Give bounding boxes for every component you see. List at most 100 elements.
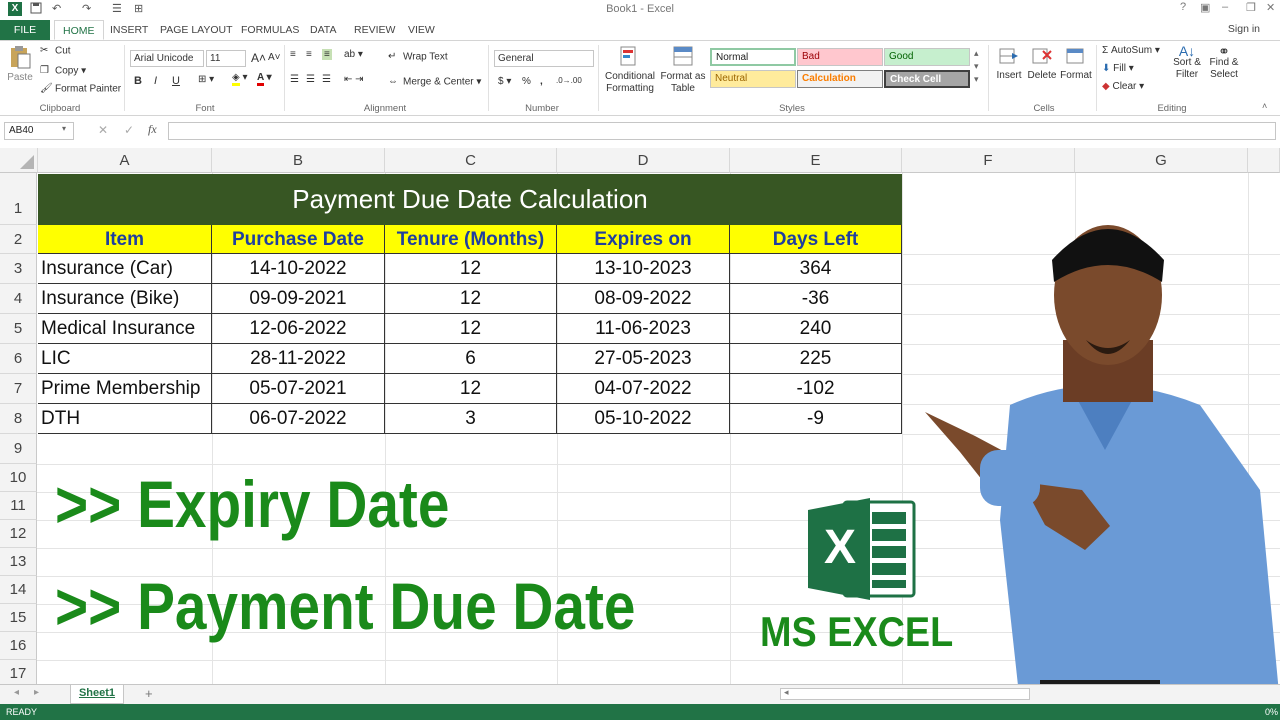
paste-button[interactable]: Paste [6, 45, 34, 89]
help-icon[interactable]: ? [1180, 1, 1186, 13]
row-header-11[interactable]: 11 [0, 492, 37, 520]
cell-purchase-date[interactable]: 06-07-2022 [212, 404, 385, 434]
copy-button[interactable]: ❐ Copy ▾ [40, 65, 86, 77]
underline-button[interactable]: U [172, 75, 180, 87]
currency-button[interactable]: $ ▾ [498, 76, 511, 87]
row-header-15[interactable]: 15 [0, 604, 37, 632]
percent-button[interactable]: % [522, 76, 531, 87]
tab-formulas[interactable]: FORMULAS [233, 20, 307, 40]
insert-cells-button[interactable]: Insert [994, 45, 1024, 81]
cell-tenure[interactable]: 12 [385, 314, 557, 344]
enter-icon[interactable]: ✓ [124, 123, 134, 137]
format-cells-button[interactable]: Format [1060, 45, 1092, 81]
tab-page-layout[interactable]: PAGE LAYOUT [152, 20, 241, 40]
ribbon-display-icon[interactable]: ▣ [1200, 1, 1210, 14]
tab-review[interactable]: REVIEW [346, 20, 403, 40]
style-check-cell[interactable]: Check Cell [884, 70, 970, 88]
cell-expires-on[interactable]: 05-10-2022 [557, 404, 730, 434]
cell-purchase-date[interactable]: 12-06-2022 [212, 314, 385, 344]
zoom-level[interactable]: 0% [1265, 704, 1278, 720]
style-calculation[interactable]: Calculation [797, 70, 883, 88]
close-icon[interactable]: ✕ [1266, 1, 1275, 14]
autosum-button[interactable]: Σ AutoSum ▾ [1102, 45, 1160, 56]
indent-icon[interactable]: ⇤ ⇥ [344, 74, 364, 85]
cell-expires-on[interactable]: 08-09-2022 [557, 284, 730, 314]
delete-cells-button[interactable]: Delete [1026, 45, 1058, 81]
header-cell-expires-on[interactable]: Expires on [557, 225, 730, 254]
row-header-14[interactable]: 14 [0, 576, 37, 604]
format-as-table-button[interactable]: Format as Table [660, 45, 706, 95]
column-header-d[interactable]: D [557, 148, 730, 173]
conditional-formatting-button[interactable]: Conditional Formatting [602, 45, 658, 95]
wrap-text-button[interactable]: ↵ Wrap Text [388, 51, 448, 63]
format-painter-button[interactable]: 🖌 Format Painter [40, 83, 121, 95]
header-cell-tenure[interactable]: Tenure (Months) [385, 225, 557, 254]
row-header-16[interactable]: 16 [0, 632, 37, 660]
style-bad[interactable]: Bad [797, 48, 883, 66]
cell-tenure[interactable]: 3 [385, 404, 557, 434]
align-right-icon[interactable]: ☰ [322, 74, 331, 85]
row-header-6[interactable]: 6 [0, 344, 37, 374]
cell-purchase-date[interactable]: 09-09-2021 [212, 284, 385, 314]
comma-button[interactable]: , [540, 76, 543, 87]
column-header-b[interactable]: B [212, 148, 385, 173]
italic-button[interactable]: I [154, 75, 157, 87]
cell-expires-on[interactable]: 27-05-2023 [557, 344, 730, 374]
column-header-h[interactable] [1248, 148, 1280, 173]
minimize-icon[interactable]: – [1222, 1, 1228, 13]
number-format-select[interactable]: General [494, 50, 594, 67]
tab-file[interactable]: FILE [0, 20, 50, 40]
column-header-f[interactable]: F [902, 148, 1075, 173]
style-neutral[interactable]: Neutral [710, 70, 796, 88]
add-sheet-icon[interactable]: + [145, 686, 153, 701]
cell-days-left[interactable]: -9 [730, 404, 902, 434]
restore-icon[interactable]: ❐ [1246, 1, 1256, 14]
row-header-1[interactable]: 1 [0, 173, 37, 225]
formula-input[interactable] [168, 122, 1276, 140]
sign-in-link[interactable]: Sign in [1228, 23, 1260, 35]
header-cell-purchase-date[interactable]: Purchase Date [212, 225, 385, 254]
align-left-icon[interactable]: ☰ [290, 74, 299, 85]
style-normal[interactable]: Normal [710, 48, 796, 66]
cell-days-left[interactable]: -36 [730, 284, 902, 314]
cell-item[interactable]: Medical Insurance [38, 314, 212, 344]
styles-scroll-icon[interactable]: ▴ ▾ ▾ [974, 47, 979, 86]
cell-expires-on[interactable]: 13-10-2023 [557, 254, 730, 284]
style-good[interactable]: Good [884, 48, 970, 66]
bold-button[interactable]: B [134, 75, 142, 87]
merge-center-button[interactable]: ⇔ Merge & Center ▾ [388, 76, 481, 88]
insert-function-icon[interactable]: fx [148, 122, 157, 137]
cell-tenure[interactable]: 12 [385, 374, 557, 404]
middle-align-icon[interactable]: ≡ [306, 49, 312, 60]
top-align-icon[interactable]: ≡ [290, 49, 296, 60]
row-header-9[interactable]: 9 [0, 434, 37, 464]
tab-insert[interactable]: INSERT [102, 20, 156, 40]
column-header-a[interactable]: A [38, 148, 212, 173]
cell-tenure[interactable]: 12 [385, 254, 557, 284]
cell-days-left[interactable]: 364 [730, 254, 902, 284]
bottom-align-icon[interactable]: ≡ [322, 49, 332, 60]
row-header-12[interactable]: 12 [0, 520, 37, 548]
scroll-left-icon[interactable]: ◂ [784, 687, 789, 698]
cut-button[interactable]: ✂ Cut [40, 45, 71, 57]
fill-color-button[interactable]: ◈ ▾ [232, 72, 248, 86]
column-header-c[interactable]: C [385, 148, 557, 173]
cell-item[interactable]: Prime Membership [38, 374, 212, 404]
fill-button[interactable]: ⬇ Fill ▾ [1102, 63, 1134, 74]
align-center-icon[interactable]: ☰ [306, 74, 315, 85]
column-header-g[interactable]: G [1075, 148, 1248, 173]
sort-filter-button[interactable]: A↓ Sort & Filter [1170, 44, 1204, 81]
header-cell-days-left[interactable]: Days Left [730, 225, 902, 254]
borders-button[interactable]: ⊞ ▾ [198, 74, 214, 85]
shrink-font-button[interactable]: A˅ [268, 52, 281, 63]
cell-days-left[interactable]: -102 [730, 374, 902, 404]
cell-expires-on[interactable]: 04-07-2022 [557, 374, 730, 404]
row-header-7[interactable]: 7 [0, 374, 37, 404]
row-header-8[interactable]: 8 [0, 404, 37, 434]
clear-button[interactable]: ◆ Clear ▾ [1102, 81, 1144, 92]
collapse-ribbon-icon[interactable]: ˄ [1262, 101, 1267, 111]
cell-days-left[interactable]: 240 [730, 314, 902, 344]
horizontal-scrollbar[interactable]: ◂ [780, 687, 1030, 700]
table-title[interactable]: Payment Due Date Calculation [38, 174, 902, 225]
cell-item[interactable]: DTH [38, 404, 212, 434]
